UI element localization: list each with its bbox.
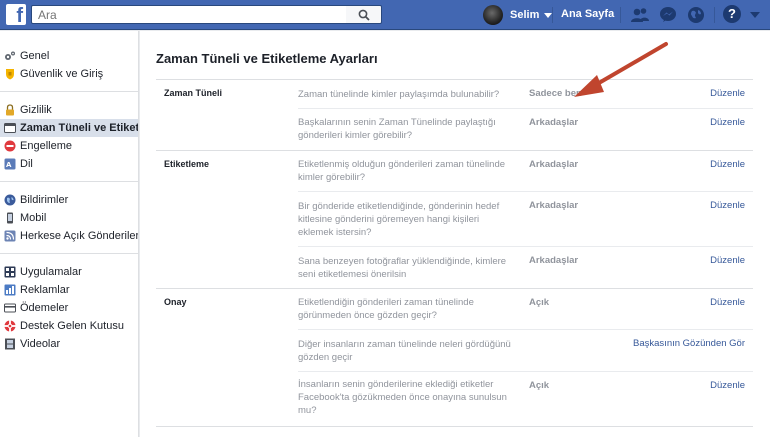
sidebar-group: Bildirimler Mobil Herkese Açık Gönderile…: [0, 191, 138, 245]
facebook-logo[interactable]: f: [6, 4, 26, 26]
edit-link[interactable]: Düzenle: [710, 380, 745, 391]
settings-row[interactable]: Başkalarının senin Zaman Tünelinde payla…: [298, 109, 753, 150]
account-menu-chevron-icon[interactable]: [750, 12, 760, 18]
divider: [0, 253, 138, 254]
setting-value: Açık: [529, 380, 550, 391]
setting-question: Bir gönderide etiketlendiğinde, gönderin…: [298, 201, 500, 238]
sidebar-item-privacy[interactable]: Gizlilik: [0, 101, 138, 119]
top-navigation-bar: f Selim Ana Sayfa ?: [0, 0, 770, 30]
edit-link[interactable]: Düzenle: [710, 200, 745, 211]
notifications-globe-icon[interactable]: [686, 6, 706, 24]
setting-value: Arkadaşlar: [529, 200, 579, 211]
sidebar-item-support-inbox[interactable]: Destek Gelen Kutusu: [0, 317, 138, 335]
search-button[interactable]: [346, 5, 382, 24]
mobile-icon: [7, 212, 13, 224]
view-as-link[interactable]: Başkasının Gözünden Gör: [633, 338, 745, 349]
sidebar-item-videos[interactable]: Videolar: [0, 335, 138, 353]
setting-question: Sana benzeyen fotoğraflar yüklendiğinde,…: [298, 256, 507, 280]
section-label-review: Onay: [164, 297, 187, 307]
settings-main-panel: Zaman Tüneli ve Etiketleme Ayarları Zama…: [140, 31, 770, 437]
block-icon: [4, 140, 16, 152]
page-title: Zaman Tüneli ve Etiketleme Ayarları: [156, 51, 378, 66]
setting-question: Etiketlendiğin gönderileri zaman tünelin…: [298, 297, 474, 321]
messenger-icon[interactable]: [658, 6, 678, 24]
sidebar-item-public-posts[interactable]: Herkese Açık Gönderiler: [0, 227, 138, 245]
search-box[interactable]: [31, 5, 353, 24]
settings-row[interactable]: Etiketlenmiş olduğun gönderileri zaman t…: [298, 151, 753, 192]
setting-question: Etiketlenmiş olduğun gönderileri zaman t…: [298, 159, 506, 183]
rss-icon: [4, 230, 16, 242]
divider: [156, 426, 753, 427]
help-icon[interactable]: ?: [723, 5, 741, 23]
setting-value: Arkadaşlar: [529, 255, 579, 266]
globe-icon: [4, 194, 16, 206]
edit-link[interactable]: Düzenle: [710, 255, 745, 266]
setting-value: Sadece ben: [529, 88, 582, 99]
setting-question: İnsanların senin gönderilerine eklediği …: [298, 379, 507, 416]
settings-sidebar: Genel Güvenlik ve Giriş Gizlilik Zaman T…: [0, 31, 139, 437]
ads-icon: [4, 284, 16, 296]
sidebar-group: Uygulamalar Reklamlar Ödemeler Destek Ge…: [0, 263, 138, 353]
sidebar-group: Gizlilik Zaman Tüneli ve Etiket... Engel…: [0, 101, 138, 173]
profile-link[interactable]: Selim: [483, 5, 553, 25]
timeline-icon: [4, 123, 16, 133]
lifebuoy-icon: [4, 320, 16, 332]
settings-row[interactable]: Bir gönderide etiketlendiğinde, gönderin…: [298, 192, 753, 247]
sidebar-item-security[interactable]: Güvenlik ve Giriş: [0, 65, 138, 83]
settings-row[interactable]: Sana benzeyen fotoğraflar yüklendiğinde,…: [298, 247, 753, 288]
setting-value: Arkadaşlar: [529, 159, 579, 170]
settings-row[interactable]: Etiketlendiğin gönderileri zaman tünelin…: [298, 289, 753, 330]
setting-question: Başkalarının senin Zaman Tünelinde payla…: [298, 117, 496, 141]
sidebar-group: Genel Güvenlik ve Giriş: [0, 47, 138, 83]
shield-icon: [6, 69, 14, 80]
sidebar-item-general[interactable]: Genel: [0, 47, 138, 65]
divider: [714, 7, 715, 23]
sidebar-item-ads[interactable]: Reklamlar: [0, 281, 138, 299]
sidebar-item-notifications[interactable]: Bildirimler: [0, 191, 138, 209]
friend-requests-icon[interactable]: [630, 6, 650, 24]
edit-link[interactable]: Düzenle: [710, 117, 745, 128]
language-icon: A: [4, 158, 16, 170]
lock-icon: [6, 104, 14, 116]
setting-value: Arkadaşlar: [529, 117, 579, 128]
divider: [0, 91, 138, 92]
divider: [552, 7, 553, 23]
section-label-tagging: Etiketleme: [164, 159, 210, 169]
divider: [620, 7, 621, 23]
film-icon: [5, 338, 15, 350]
settings-row[interactable]: İnsanların senin gönderilerine eklediği …: [298, 372, 753, 426]
sidebar-item-blocking[interactable]: Engelleme: [0, 137, 138, 155]
gear-icon: [5, 51, 15, 60]
card-icon: [4, 303, 16, 313]
divider: [0, 181, 138, 182]
user-name: Selim: [510, 9, 540, 21]
settings-row[interactable]: Diğer insanların zaman tünelinde neleri …: [298, 330, 753, 372]
sidebar-item-language[interactable]: A Dil: [0, 155, 138, 173]
sidebar-item-apps[interactable]: Uygulamalar: [0, 263, 138, 281]
setting-question: Zaman tünelinde kimler paylaşımda buluna…: [298, 89, 500, 100]
sidebar-item-payments[interactable]: Ödemeler: [0, 299, 138, 317]
apps-icon: [4, 266, 16, 278]
avatar: [483, 5, 503, 25]
search-icon: [358, 9, 370, 21]
settings-row[interactable]: Zaman tünelinde kimler paylaşımda buluna…: [298, 80, 753, 109]
edit-link[interactable]: Düzenle: [710, 88, 745, 99]
edit-link[interactable]: Düzenle: [710, 159, 745, 170]
sidebar-item-mobile[interactable]: Mobil: [0, 209, 138, 227]
section-label-timeline: Zaman Tüneli: [164, 88, 223, 98]
home-link[interactable]: Ana Sayfa: [561, 8, 614, 20]
edit-link[interactable]: Düzenle: [710, 297, 745, 308]
svg-text:A: A: [6, 161, 12, 169]
search-input[interactable]: [32, 6, 352, 23]
sidebar-item-timeline-tagging[interactable]: Zaman Tüneli ve Etiket...: [0, 119, 138, 137]
setting-value: Açık: [529, 297, 550, 308]
setting-question: Diğer insanların zaman tünelinde neleri …: [298, 339, 511, 363]
